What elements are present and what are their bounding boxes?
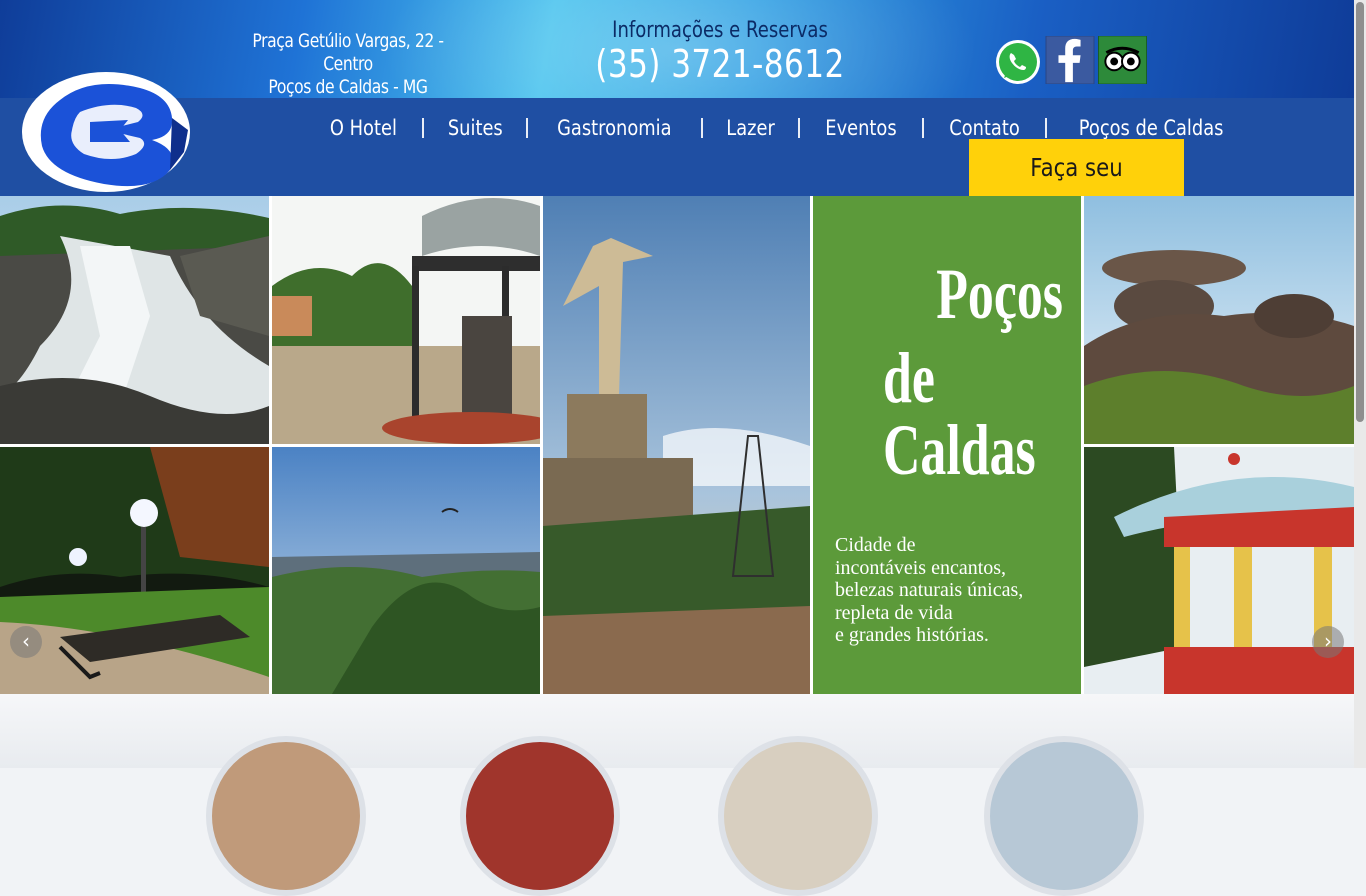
waterfall-photo xyxy=(0,196,269,444)
nav-item-suites[interactable]: Suites xyxy=(432,116,519,140)
night-park-photo xyxy=(0,447,269,694)
pavilion-photo xyxy=(1084,447,1354,694)
feature-circle[interactable] xyxy=(718,736,878,896)
nav-separator xyxy=(798,118,801,138)
tripadvisor-icon[interactable] xyxy=(1098,36,1147,84)
card-caption-line: repleta de vida xyxy=(835,601,953,624)
card-caption-line: Cidade de xyxy=(835,534,916,556)
nav-separator xyxy=(526,118,529,138)
phone-number[interactable]: (35) 3721-8612 xyxy=(589,42,851,86)
card-title-line-1: Poços xyxy=(936,254,1063,334)
nav-item-gastronomia[interactable]: Gastronomia xyxy=(541,116,688,140)
nav-separator xyxy=(1045,118,1048,138)
nav-separator xyxy=(922,118,925,138)
scrollbar-thumb[interactable] xyxy=(1356,2,1364,422)
card-caption-line: incontáveis encantos, xyxy=(835,556,1007,579)
nav-separator xyxy=(421,118,424,138)
pocos-de-caldas-card: Poços de Caldas Cidade de incontáveis en… xyxy=(813,196,1081,694)
slider-next-button[interactable]: › xyxy=(1312,626,1344,658)
fountain-gazebo-photo xyxy=(272,196,540,444)
address: Praça Getúlio Vargas, 22 - Centro Poços … xyxy=(227,30,470,99)
card-title-line-2: de Caldas xyxy=(883,338,1036,490)
quote-button[interactable]: Faça seu Orçamento xyxy=(969,139,1184,239)
card-caption-line: belezas naturais únicas, xyxy=(835,579,1024,601)
nav-separator xyxy=(701,118,704,138)
feature-circle[interactable] xyxy=(984,736,1144,896)
nav-item-contato[interactable]: Contato xyxy=(933,116,1036,140)
rock-formation-photo xyxy=(1084,196,1354,444)
nav-item-eventos[interactable]: Eventos xyxy=(809,116,913,140)
whatsapp-icon[interactable] xyxy=(994,38,1042,86)
nav-item-lazer[interactable]: Lazer xyxy=(710,116,791,140)
hotel-logo-icon[interactable] xyxy=(20,70,196,194)
nav-item-o-hotel[interactable]: O Hotel xyxy=(314,116,413,140)
card-caption: Cidade de incontáveis encantos, belezas … xyxy=(835,534,1023,647)
christ-statue-photo xyxy=(543,196,810,694)
card-caption-line: e grandes histórias. xyxy=(835,624,989,646)
mountain-view-photo xyxy=(272,447,540,694)
address-line-2: Poços de Caldas - MG xyxy=(268,76,428,98)
feature-circle[interactable] xyxy=(206,736,366,896)
features-section xyxy=(0,694,1354,768)
nav-item-pocos-de-caldas[interactable]: Poços de Caldas xyxy=(1063,116,1240,140)
slider-prev-button[interactable]: ‹ xyxy=(10,626,42,658)
feature-circle[interactable] xyxy=(460,736,620,896)
page-scrollbar[interactable] xyxy=(1354,0,1366,768)
hero-slider: Poços de Caldas Cidade de incontáveis en… xyxy=(0,196,1354,694)
address-line-1: Praça Getúlio Vargas, 22 - Centro xyxy=(252,30,444,75)
info-label: Informações e Reservas xyxy=(612,18,828,43)
facebook-icon[interactable] xyxy=(1045,36,1095,84)
